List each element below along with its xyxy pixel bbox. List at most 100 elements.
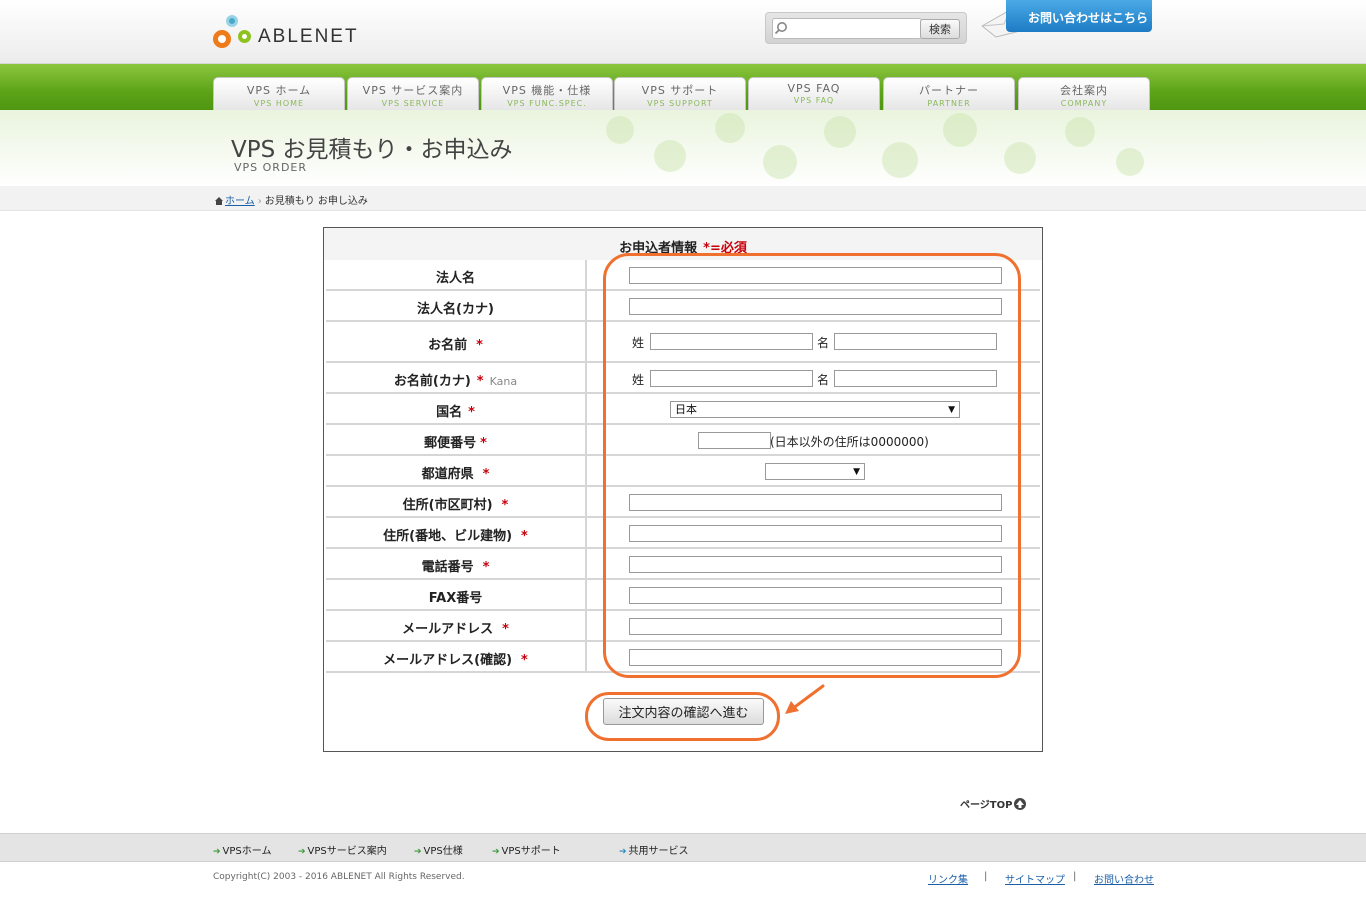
nav-tab-sublabel: COMPANY	[1060, 99, 1108, 108]
form-row-phone: 電話番号 *	[326, 549, 1040, 580]
ablenet-logo[interactable]: ABLENET	[212, 14, 382, 54]
contact-label: お問い合わせはこちら	[1006, 0, 1152, 32]
breadcrumb-home-link[interactable]: ホーム	[225, 196, 255, 207]
page-title: VPS お見積もり・お申込み	[231, 137, 513, 163]
home-icon	[215, 197, 223, 205]
required-star: *	[501, 498, 509, 513]
nav-tab-vps-support[interactable]: VPS サポート VPS SUPPORT	[614, 77, 746, 110]
nav-tab-vps-home[interactable]: VPS ホーム VPS HOME	[213, 77, 345, 110]
required-star: *	[502, 622, 509, 637]
required-star: *	[482, 467, 490, 482]
footer-separator: |	[1073, 871, 1077, 882]
contact-banner[interactable]: お問い合わせはこちら	[980, 0, 1152, 40]
nav-tab-sublabel: VPS HOME	[253, 99, 305, 108]
footer-nav-vps-spec[interactable]: ➔ VPS仕様	[414, 842, 463, 857]
nav-tab-label: 会社案内	[1060, 84, 1108, 97]
arrow-right-icon: ➔	[298, 847, 306, 857]
title-band	[0, 110, 1366, 186]
kana-hint: Kana	[489, 375, 518, 388]
form-row-email-confirm: メールアドレス(確認) *	[326, 642, 1040, 673]
address-city-input[interactable]	[629, 494, 1002, 511]
nav-tab-vps-spec[interactable]: VPS 機能・仕様 VPS FUNC.SPEC.	[481, 77, 613, 110]
footer-link-links[interactable]: リンク集	[928, 871, 968, 886]
form-row-address-city: 住所(市区町村) *	[326, 487, 1040, 518]
nav-tab-vps-faq[interactable]: VPS FAQ VPS FAQ	[748, 77, 880, 110]
phone-input[interactable]	[629, 556, 1002, 573]
arrow-right-icon: ➔	[492, 847, 500, 857]
first-name-kana-input[interactable]	[834, 370, 997, 387]
footer-nav-vps-support[interactable]: ➔ VPSサポート	[492, 842, 561, 857]
required-star: *	[476, 374, 484, 389]
company-name-input[interactable]	[629, 267, 1002, 284]
country-select[interactable]: 日本 ▼	[670, 401, 960, 418]
email-confirm-input[interactable]	[629, 649, 1002, 666]
company-name-kana-input[interactable]	[629, 298, 1002, 315]
field-label: 郵便番号 *	[326, 425, 587, 454]
field-label: 法人名(カナ)	[326, 291, 587, 320]
field-label: メールアドレス(確認) *	[326, 642, 587, 671]
form-row-email: メールアドレス *	[326, 611, 1040, 642]
nav-tab-sublabel: VPS SUPPORT	[647, 99, 713, 108]
applicant-form: お申込者情報 *=必須 法人名 法人名(カナ) お名前 * 姓 名 お名前(カナ) *…	[323, 227, 1043, 752]
required-star: *	[521, 653, 528, 668]
form-row-fax: FAX番号	[326, 580, 1040, 611]
required-star: *	[480, 436, 487, 451]
form-row-company-name-kana: 法人名(カナ)	[326, 291, 1040, 322]
country-selected-value: 日本	[675, 403, 697, 416]
nav-tab-sublabel: VPS FUNC.SPEC.	[507, 99, 587, 108]
breadcrumb-bar	[0, 186, 1366, 211]
field-label: 国名 *	[326, 394, 587, 423]
proceed-to-confirm-button[interactable]: 注文内容の確認へ進む	[603, 698, 764, 725]
arrow-up-icon	[1014, 798, 1027, 810]
first-name-label: 名	[817, 336, 830, 350]
footer-link-contact[interactable]: お問い合わせ	[1094, 871, 1154, 886]
form-row-name: お名前 * 姓 名	[326, 322, 1040, 363]
page-top-link[interactable]: ページTOP	[960, 796, 1027, 811]
search-box: 検索	[765, 12, 967, 44]
email-input[interactable]	[629, 618, 1002, 635]
prefecture-select[interactable]: ▼	[765, 463, 865, 480]
nav-tab-label: VPS 機能・仕様	[502, 84, 592, 97]
footer-separator: |	[984, 871, 988, 882]
footer-nav-shared-service[interactable]: ➔ 共用サービス	[619, 842, 689, 857]
arrow-right-icon: ➔	[414, 847, 422, 857]
footer-link-sitemap[interactable]: サイトマップ	[1005, 871, 1065, 886]
field-label: お名前 *	[326, 322, 587, 361]
first-name-kana-label: 名	[817, 373, 830, 387]
breadcrumb: ホーム › お見積もり お申し込み	[215, 192, 368, 207]
required-star: *	[482, 560, 490, 575]
address-street-input[interactable]	[629, 525, 1002, 542]
nav-tab-label: VPS ホーム	[246, 84, 312, 97]
form-header-title: お申込者情報	[619, 241, 698, 256]
copyright: Copyright(C) 2003 - 2016 ABLENET All Rig…	[213, 872, 465, 882]
search-input[interactable]	[772, 18, 922, 39]
search-button[interactable]: 検索	[920, 19, 960, 39]
nav-tab-sublabel: VPS FAQ	[793, 96, 835, 105]
site-header	[0, 0, 1366, 64]
form-row-address-street: 住所(番地、ビル建物) *	[326, 518, 1040, 549]
breadcrumb-current: お見積もり お申し込み	[264, 196, 368, 207]
field-label: お名前(カナ) * Kana	[326, 363, 587, 392]
required-star: *	[521, 529, 528, 544]
nav-tab-vps-service[interactable]: VPS サービス案内 VPS SERVICE	[347, 77, 479, 110]
required-star: *	[468, 405, 475, 420]
postal-code-input[interactable]	[698, 432, 771, 449]
dropdown-arrow-icon: ▼	[948, 405, 955, 415]
last-name-input[interactable]	[650, 333, 813, 350]
nav-tab-company[interactable]: 会社案内 COMPANY	[1018, 77, 1150, 110]
footer-nav-vps-home[interactable]: ➔ VPSホーム	[213, 842, 271, 857]
page-subtitle: VPS ORDER	[234, 161, 308, 174]
nav-tab-partner[interactable]: パートナー PARTNER	[883, 77, 1015, 110]
fax-input[interactable]	[629, 587, 1002, 604]
last-name-kana-input[interactable]	[650, 370, 813, 387]
field-label: 住所(番地、ビル建物) *	[326, 518, 587, 547]
required-note: *=必須	[703, 241, 747, 256]
footer-nav-vps-service[interactable]: ➔ VPSサービス案内	[298, 842, 387, 857]
form-row-postal-code: 郵便番号 * (日本以外の住所は0000000)	[326, 425, 1040, 456]
field-label: FAX番号	[326, 580, 587, 609]
last-name-kana-label: 姓	[632, 373, 645, 387]
form-header: お申込者情報 *=必須	[324, 228, 1042, 260]
first-name-input[interactable]	[834, 333, 997, 350]
arrow-right-icon: ➔	[619, 847, 627, 857]
postal-code-note: (日本以外の住所は0000000)	[770, 435, 929, 449]
